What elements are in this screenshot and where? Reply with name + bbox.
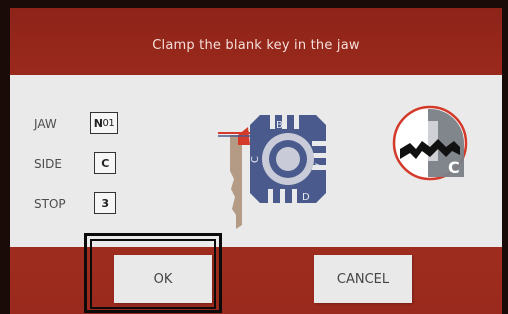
jaw-value-number: 01	[102, 117, 115, 129]
stop-value-number: 3	[101, 196, 109, 210]
jaw-value-letter: N	[93, 116, 103, 130]
side-value: C	[94, 152, 116, 174]
blank-key-shape	[230, 135, 242, 229]
stop-label: STOP	[34, 197, 66, 211]
side-badge-letter: C	[448, 158, 460, 177]
clamp-jaw-diagram: B A C D	[218, 115, 326, 229]
side-label: SIDE	[34, 157, 62, 171]
jaw-label: JAW	[34, 117, 57, 131]
cancel-button[interactable]: CANCEL	[314, 255, 412, 303]
jaw-value: N 01	[90, 112, 118, 134]
face-label-b: B	[276, 120, 283, 131]
face-label-c: C	[250, 156, 261, 163]
stop-value: 3	[94, 192, 116, 214]
setup-panel: JAW N 01 SIDE C STOP 3 B A C D C	[10, 75, 502, 247]
face-label-d: D	[302, 192, 310, 203]
jaw-center-hole	[276, 147, 300, 171]
key-side-indicator-icon: C	[392, 105, 468, 181]
instruction-text: Clamp the blank key in the jaw	[152, 38, 360, 53]
ok-button-highlight-inner-frame	[90, 239, 216, 309]
face-label-a: A	[312, 163, 323, 170]
side-value-letter: C	[101, 156, 109, 170]
